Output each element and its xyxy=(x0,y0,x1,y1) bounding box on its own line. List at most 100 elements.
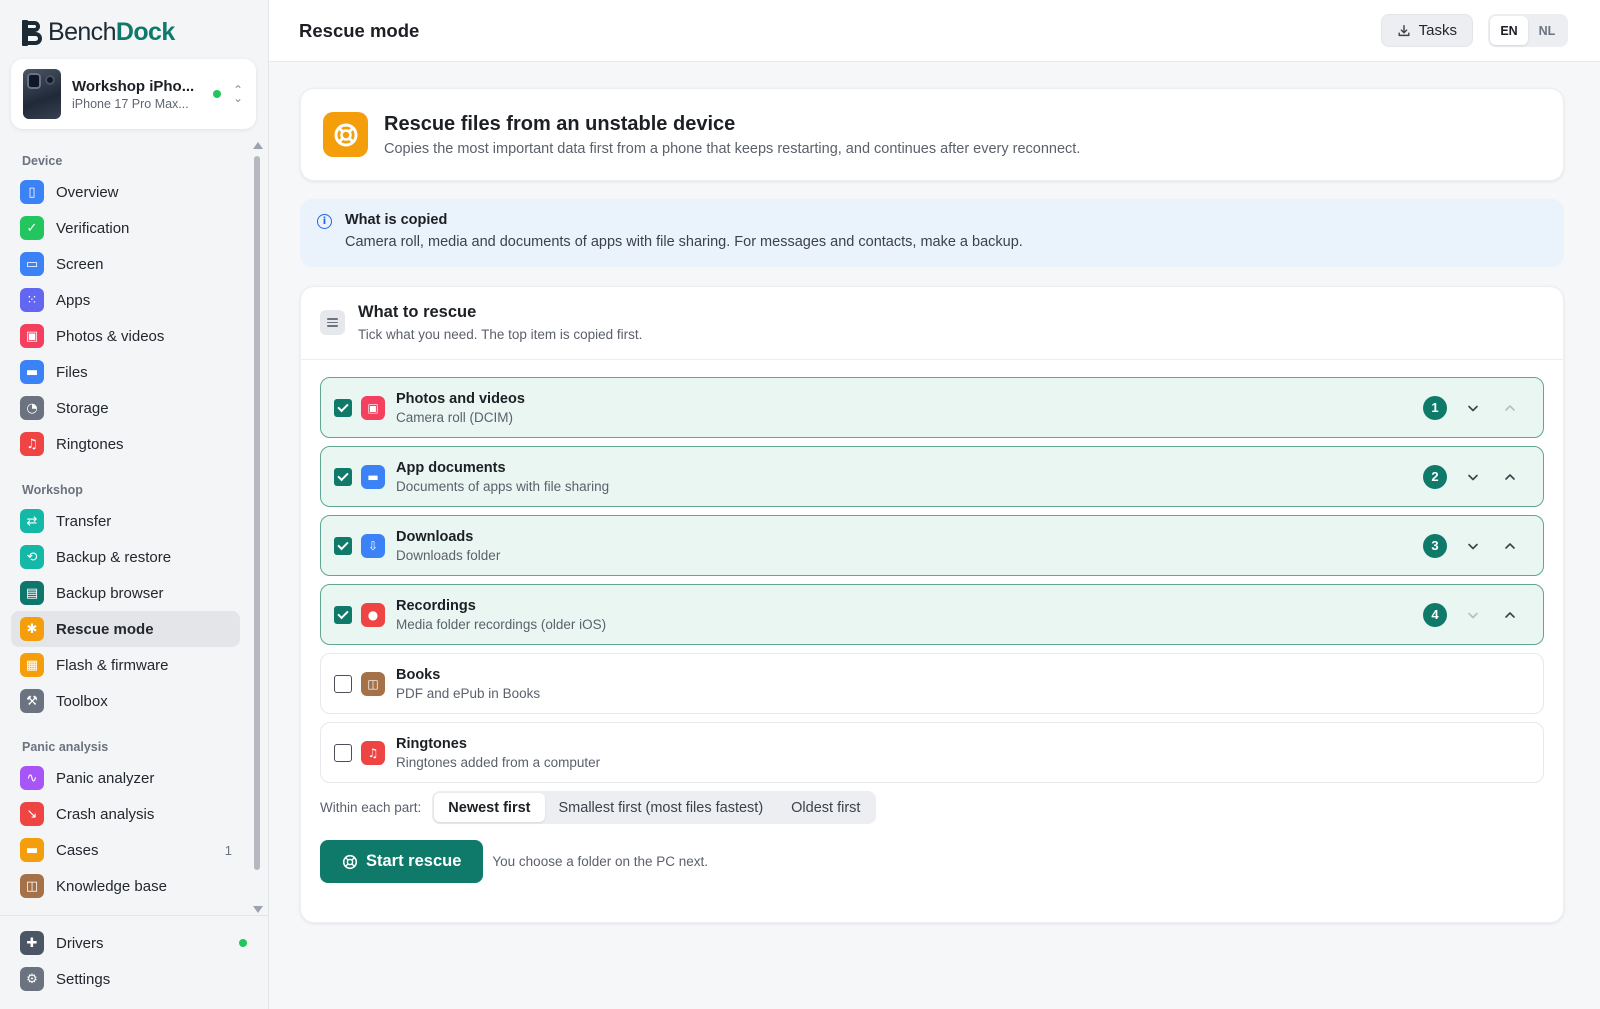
sidebar-item-label: Transfer xyxy=(56,512,112,530)
rescue-item-checkbox[interactable] xyxy=(334,398,352,417)
start-rescue-hint: You choose a folder on the PC next. xyxy=(492,854,709,869)
move-up-chevron-icon[interactable] xyxy=(1499,535,1521,557)
move-up-chevron-icon[interactable] xyxy=(1499,397,1521,419)
rescue-item-checkbox[interactable] xyxy=(334,605,352,624)
rescue-card: What to rescue Tick what you need. The t… xyxy=(300,286,1564,923)
rescue-item[interactable]: ⇩ Downloads Downloads folder 3 xyxy=(320,515,1544,576)
device-name: Workshop iPho... xyxy=(72,77,195,95)
action-row: Start rescue You choose a folder on the … xyxy=(320,840,1563,883)
rescue-item-subtitle: Documents of apps with file sharing xyxy=(396,478,610,494)
sidebar-item-crash-analysis[interactable]: ↘ Crash analysis xyxy=(11,796,240,832)
archive-icon: ▤ xyxy=(20,581,44,605)
rescue-item-checkbox[interactable] xyxy=(334,467,352,486)
lang-nl-button[interactable]: NL xyxy=(1528,16,1566,45)
sidebar-item-label: Settings xyxy=(56,970,111,988)
lang-en-button[interactable]: EN xyxy=(1490,16,1528,45)
sidebar-item-transfer[interactable]: ⇄ Transfer xyxy=(11,503,240,539)
scroll-down-arrow-icon[interactable] xyxy=(253,906,263,913)
move-down-chevron-icon[interactable] xyxy=(1462,466,1484,488)
sidebar-item-files[interactable]: ▬ Files xyxy=(11,354,240,390)
photo-icon: ▣ xyxy=(361,395,385,420)
folder-icon: ▬ xyxy=(361,464,385,489)
move-down-chevron-icon[interactable] xyxy=(1462,604,1484,626)
sidebar-item-storage[interactable]: ◔ Storage xyxy=(11,390,240,426)
sort-segmented-control: Newest first Smallest first (most files … xyxy=(432,791,877,824)
rescue-item-title: Recordings xyxy=(396,597,476,614)
page-title: Rescue mode xyxy=(299,19,420,41)
sidebar-item-knowledge-base[interactable]: ◫ Knowledge base xyxy=(11,868,240,904)
sidebar-item-verification[interactable]: ✓ Verification xyxy=(11,210,240,246)
tasks-button[interactable]: Tasks xyxy=(1380,14,1473,47)
sidebar-item-label: Knowledge base xyxy=(56,877,167,895)
apps-grid-icon: ⁙ xyxy=(20,288,44,312)
sidebar-item-panic-analyzer[interactable]: ∿ Panic analyzer xyxy=(11,760,240,796)
book-icon: ◫ xyxy=(20,874,44,898)
folder-icon: ▬ xyxy=(20,360,44,384)
pulse-icon: ∿ xyxy=(20,766,44,790)
sidebar-item-backup-browser[interactable]: ▤ Backup browser xyxy=(11,575,240,611)
sidebar-item-label: Overview xyxy=(56,183,119,201)
sidebar-item-toolbox[interactable]: ⚒ Toolbox xyxy=(11,683,240,719)
sidebar-item-label: Panic analyzer xyxy=(56,769,155,787)
priority-badge: 3 xyxy=(1423,533,1447,558)
rescue-item-checkbox[interactable] xyxy=(334,536,352,555)
scrollbar-thumb[interactable] xyxy=(254,156,260,870)
rescue-subtitle: Tick what you need. The top item is copi… xyxy=(358,327,643,342)
rescue-item[interactable]: ▬ App documents Documents of apps with fil… xyxy=(320,446,1544,507)
screen-icon: ▭ xyxy=(20,252,44,276)
phone-icon: ▯ xyxy=(20,180,44,204)
sidebar-item-backup-restore[interactable]: ⟲ Backup & restore xyxy=(11,539,240,575)
rescue-item-subtitle: Camera roll (DCIM) xyxy=(396,409,514,425)
sidebar-item-label: Verification xyxy=(56,219,130,237)
sidebar-item-overview[interactable]: ▯ Overview xyxy=(11,174,240,210)
device-selector[interactable]: Workshop iPho... iPhone 17 Pro Max... ⌃ ⌄ xyxy=(11,59,256,129)
device-status-dot xyxy=(213,90,221,98)
device-model: iPhone 17 Pro Max... xyxy=(72,96,189,111)
hero-card: Rescue files from an unstable device Cop… xyxy=(300,88,1564,181)
sidebar-item-flash-firmware[interactable]: ▦ Flash & firmware xyxy=(11,647,240,683)
info-banner: i What is copied Camera roll, media and … xyxy=(300,199,1564,267)
sort-oldest-first[interactable]: Oldest first xyxy=(777,793,874,822)
start-rescue-button[interactable]: Start rescue xyxy=(320,840,484,883)
rescue-item[interactable]: ◫ Books PDF and ePub in Books xyxy=(320,653,1544,714)
rescue-item-subtitle: Ringtones added from a computer xyxy=(396,754,601,770)
scroll-up-arrow-icon[interactable] xyxy=(253,142,263,149)
sidebar-item-settings[interactable]: ⚙ Settings xyxy=(11,961,247,997)
sort-smallest-first[interactable]: Smallest first (most files fastest) xyxy=(545,793,778,822)
info-icon: i xyxy=(317,214,332,229)
pie-chart-icon: ◔ xyxy=(20,396,44,420)
brand-name: BenchDock xyxy=(48,18,175,46)
sort-newest-first[interactable]: Newest first xyxy=(434,793,545,822)
shield-check-icon: ✓ xyxy=(20,216,44,240)
move-up-chevron-icon[interactable] xyxy=(1499,466,1521,488)
sidebar-item-screen[interactable]: ▭ Screen xyxy=(11,246,240,282)
rescue-item-subtitle: PDF and ePub in Books xyxy=(396,685,541,701)
move-down-chevron-icon[interactable] xyxy=(1462,397,1484,419)
rescue-items-list: ▣ Photos and videos Camera roll (DCIM) 1 ▬ Ap… xyxy=(301,360,1563,783)
folder-case-icon: ▬ xyxy=(20,838,44,862)
sidebar-item-label: Cases xyxy=(56,841,99,859)
microphone-icon: ● xyxy=(361,602,385,627)
sidebar-item-ringtones[interactable]: ♫ Ringtones xyxy=(11,426,240,462)
sidebar-item-photos-videos[interactable]: ▣ Photos & videos xyxy=(11,318,240,354)
sidebar-scrollbar[interactable] xyxy=(252,140,263,915)
puzzle-icon: ✚ xyxy=(20,931,44,955)
rescue-item[interactable]: ● Recordings Media folder recordings (olde… xyxy=(320,584,1544,645)
rescue-item[interactable]: ▣ Photos and videos Camera roll (DCIM) 1 xyxy=(320,377,1544,438)
sidebar-item-apps[interactable]: ⁙ Apps xyxy=(11,282,240,318)
backup-icon: ⟲ xyxy=(20,545,44,569)
sidebar-item-drivers[interactable]: ✚ Drivers xyxy=(11,925,247,961)
sidebar-item-cases[interactable]: ▬ Cases 1 xyxy=(11,832,240,868)
move-up-chevron-icon[interactable] xyxy=(1499,604,1521,626)
sidebar: BenchDock Workshop iPho... iPhone 17 Pro… xyxy=(0,0,269,1009)
rescue-item[interactable]: ♫ Ringtones Ringtones added from a compute… xyxy=(320,722,1544,783)
rescue-item-checkbox[interactable] xyxy=(334,674,352,693)
move-down-chevron-icon[interactable] xyxy=(1462,535,1484,557)
sidebar-item-label: Photos & videos xyxy=(56,327,165,345)
chevron-up-down-icon: ⌃ ⌄ xyxy=(232,83,244,105)
sidebar-item-label: Crash analysis xyxy=(56,805,155,823)
rescue-item-checkbox[interactable] xyxy=(334,743,352,762)
sidebar-item-label: Backup browser xyxy=(56,584,164,602)
device-image xyxy=(23,69,61,119)
sidebar-item-rescue-mode[interactable]: ✱ Rescue mode xyxy=(11,611,240,647)
